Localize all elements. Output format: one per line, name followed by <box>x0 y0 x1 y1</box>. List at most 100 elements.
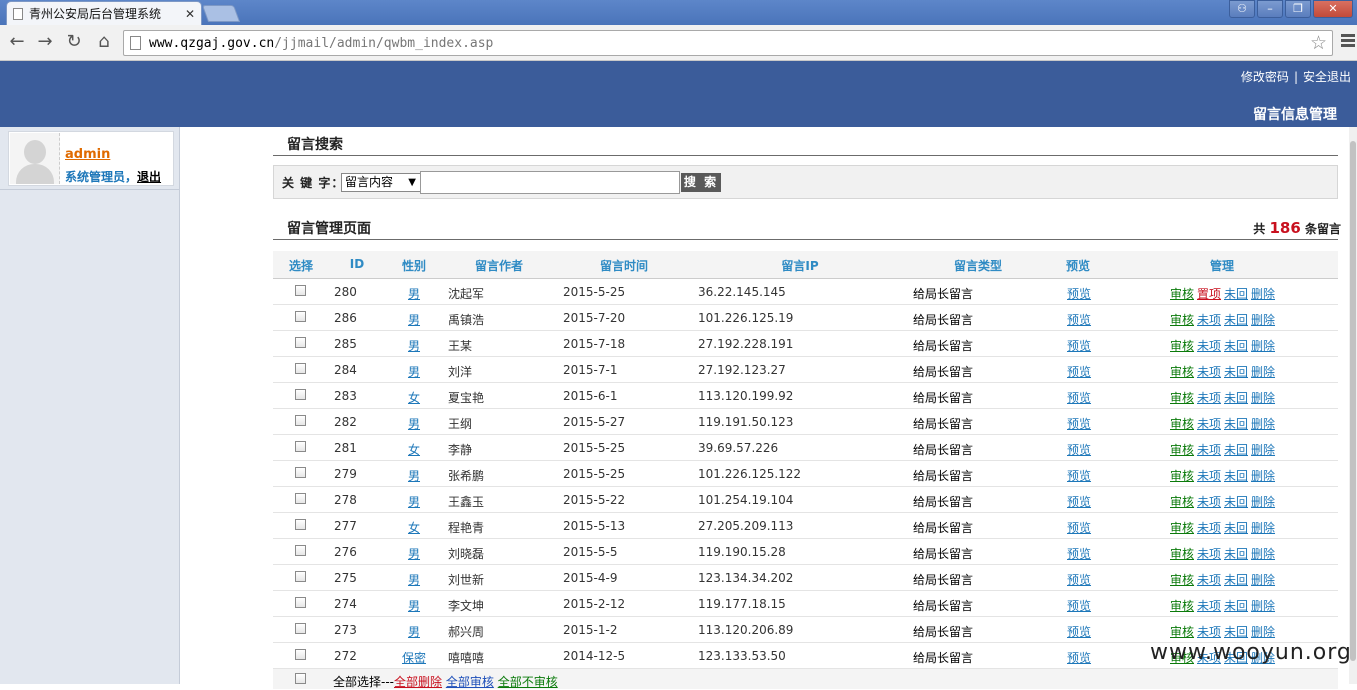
row-reply-link[interactable]: 未回 <box>1224 285 1248 302</box>
row-pin-link[interactable]: 置项 <box>1197 285 1221 302</box>
row-gender-link[interactable]: 男 <box>408 415 420 432</box>
row-delete-link[interactable]: 删除 <box>1251 597 1275 614</box>
row-pin-link[interactable]: 未项 <box>1197 337 1221 354</box>
row-checkbox[interactable] <box>295 545 306 556</box>
row-pin-link[interactable]: 未项 <box>1197 311 1221 328</box>
new-tab-button[interactable] <box>201 5 241 22</box>
address-bar[interactable]: www.qzgaj.gov.cn/jjmail/admin/qwbm_index… <box>123 30 1333 56</box>
row-pin-link[interactable]: 未项 <box>1197 519 1221 536</box>
bookmark-star-icon[interactable]: ☆ <box>1310 32 1327 54</box>
row-delete-link[interactable]: 删除 <box>1251 441 1275 458</box>
row-gender-link[interactable]: 男 <box>408 337 420 354</box>
row-approve-link[interactable]: 审核 <box>1170 363 1194 380</box>
row-reply-link[interactable]: 未回 <box>1224 311 1248 328</box>
row-reply-link[interactable]: 未回 <box>1224 519 1248 536</box>
row-checkbox[interactable] <box>295 571 306 582</box>
row-reply-link[interactable]: 未回 <box>1224 623 1248 640</box>
row-gender-link[interactable]: 男 <box>408 545 420 562</box>
row-delete-link[interactable]: 删除 <box>1251 493 1275 510</box>
logout-link[interactable]: 退出 <box>137 170 161 184</box>
browser-tab[interactable]: 青州公安局后台管理系统 ✕ <box>6 1 202 25</box>
row-approve-link[interactable]: 审核 <box>1170 441 1194 458</box>
row-delete-link[interactable]: 删除 <box>1251 519 1275 536</box>
row-checkbox[interactable] <box>295 389 306 400</box>
row-approve-link[interactable]: 审核 <box>1170 545 1194 562</box>
row-gender-link[interactable]: 保密 <box>402 649 426 666</box>
row-approve-link[interactable]: 审核 <box>1170 519 1194 536</box>
row-gender-link[interactable]: 女 <box>408 441 420 458</box>
row-preview-link[interactable]: 预览 <box>1067 389 1091 406</box>
row-gender-link[interactable]: 男 <box>408 493 420 510</box>
row-preview-link[interactable]: 预览 <box>1067 311 1091 328</box>
row-preview-link[interactable]: 预览 <box>1067 623 1091 640</box>
delete-all-link[interactable]: 全部删除 <box>394 675 442 689</box>
browser-menu-icon[interactable] <box>1341 34 1355 49</box>
select-all-checkbox[interactable] <box>295 673 306 684</box>
row-delete-link[interactable]: 删除 <box>1251 389 1275 406</box>
row-checkbox[interactable] <box>295 311 306 322</box>
row-reply-link[interactable]: 未回 <box>1224 337 1248 354</box>
row-pin-link[interactable]: 未项 <box>1197 571 1221 588</box>
row-approve-link[interactable]: 审核 <box>1170 415 1194 432</box>
row-approve-link[interactable]: 审核 <box>1170 493 1194 510</box>
row-reply-link[interactable]: 未回 <box>1224 545 1248 562</box>
row-delete-link[interactable]: 删除 <box>1251 337 1275 354</box>
tab-close-icon[interactable]: ✕ <box>185 7 195 21</box>
row-reply-link[interactable]: 未回 <box>1224 571 1248 588</box>
keyword-input[interactable] <box>420 171 680 194</box>
row-delete-link[interactable]: 删除 <box>1251 363 1275 380</box>
row-checkbox[interactable] <box>295 363 306 374</box>
row-reply-link[interactable]: 未回 <box>1224 467 1248 484</box>
row-preview-link[interactable]: 预览 <box>1067 519 1091 536</box>
row-delete-link[interactable]: 删除 <box>1251 623 1275 640</box>
row-approve-link[interactable]: 审核 <box>1170 597 1194 614</box>
row-preview-link[interactable]: 预览 <box>1067 597 1091 614</box>
unapprove-all-link[interactable]: 全部不审核 <box>498 675 558 689</box>
row-gender-link[interactable]: 男 <box>408 285 420 302</box>
row-checkbox[interactable] <box>295 649 306 660</box>
row-approve-link[interactable]: 审核 <box>1170 467 1194 484</box>
row-delete-link[interactable]: 删除 <box>1251 467 1275 484</box>
row-reply-link[interactable]: 未回 <box>1224 363 1248 380</box>
row-preview-link[interactable]: 预览 <box>1067 467 1091 484</box>
row-delete-link[interactable]: 删除 <box>1251 415 1275 432</box>
row-delete-link[interactable]: 删除 <box>1251 571 1275 588</box>
row-approve-link[interactable]: 审核 <box>1170 623 1194 640</box>
row-pin-link[interactable]: 未项 <box>1197 415 1221 432</box>
row-reply-link[interactable]: 未回 <box>1224 441 1248 458</box>
row-pin-link[interactable]: 未项 <box>1197 597 1221 614</box>
row-pin-link[interactable]: 未项 <box>1197 493 1221 510</box>
row-pin-link[interactable]: 未项 <box>1197 545 1221 562</box>
restore-icon[interactable]: ❐ <box>1285 0 1311 18</box>
row-pin-link[interactable]: 未项 <box>1197 389 1221 406</box>
row-delete-link[interactable]: 删除 <box>1251 285 1275 302</box>
row-reply-link[interactable]: 未回 <box>1224 597 1248 614</box>
row-checkbox[interactable] <box>295 493 306 504</box>
row-checkbox[interactable] <box>295 519 306 530</box>
row-preview-link[interactable]: 预览 <box>1067 285 1091 302</box>
search-field-select[interactable]: 留言内容 ▼ <box>341 173 421 192</box>
row-pin-link[interactable]: 未项 <box>1197 623 1221 640</box>
row-approve-link[interactable]: 审核 <box>1170 311 1194 328</box>
row-checkbox[interactable] <box>295 597 306 608</box>
row-gender-link[interactable]: 女 <box>408 519 420 536</box>
row-gender-link[interactable]: 男 <box>408 597 420 614</box>
row-gender-link[interactable]: 男 <box>408 467 420 484</box>
row-preview-link[interactable]: 预览 <box>1067 415 1091 432</box>
back-icon[interactable]: ← <box>6 32 28 54</box>
row-checkbox[interactable] <box>295 285 306 296</box>
row-approve-link[interactable]: 审核 <box>1170 571 1194 588</box>
safe-logout-link[interactable]: 安全退出 <box>1303 70 1351 84</box>
user-icon[interactable]: ⚇ <box>1229 0 1255 18</box>
row-gender-link[interactable]: 男 <box>408 623 420 640</box>
row-gender-link[interactable]: 男 <box>408 311 420 328</box>
row-preview-link[interactable]: 预览 <box>1067 545 1091 562</box>
row-preview-link[interactable]: 预览 <box>1067 337 1091 354</box>
row-reply-link[interactable]: 未回 <box>1224 389 1248 406</box>
page-scrollbar[interactable] <box>1349 127 1357 684</box>
window-close-icon[interactable]: ✕ <box>1313 0 1353 18</box>
row-checkbox[interactable] <box>295 337 306 348</box>
row-checkbox[interactable] <box>295 415 306 426</box>
username-link[interactable]: admin <box>65 147 110 162</box>
row-checkbox[interactable] <box>295 441 306 452</box>
